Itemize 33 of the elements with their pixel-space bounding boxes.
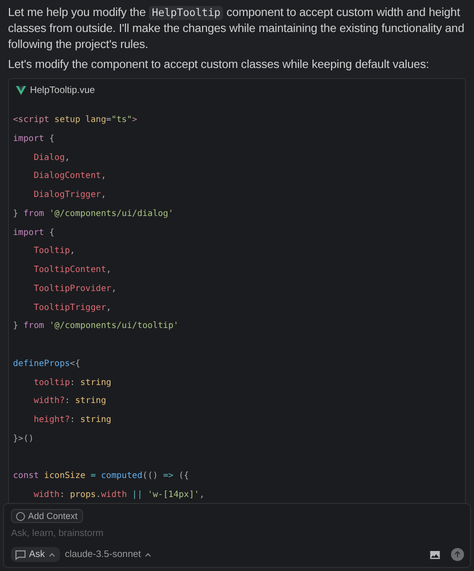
caret-icon	[145, 552, 151, 558]
code-line: tooltip: string	[32, 376, 112, 390]
message-paragraph: Let me help you modify the HelpTooltip component to accept custom width and height classes from outside. I'll make the changes while maintaining the existing functionality and following the project's rules.	[8, 5, 466, 53]
code-line: TooltipContent,	[32, 264, 112, 277]
file-name: HelpTooltip.vue	[30, 84, 95, 96]
code-line: width: props.width || 'w-[14px]',	[32, 489, 205, 502]
arrow-up-icon	[454, 551, 461, 558]
add-context-button[interactable]: Add Context	[11, 509, 83, 523]
code-line: } from '@/components/ui/dialog'	[13, 208, 174, 221]
file-type-icon	[16, 86, 26, 94]
code-line: DialogContent,	[32, 170, 106, 184]
image-icon[interactable]	[430, 550, 440, 558]
send-button[interactable]	[451, 548, 464, 561]
model-dropdown[interactable]: claude-3.5-sonnet	[64, 547, 152, 562]
code-line: Dialog,	[32, 152, 70, 164]
code-line: TooltipTrigger,	[32, 302, 112, 314]
caret-icon	[49, 552, 55, 558]
code-line: DialogTrigger,	[32, 189, 106, 202]
code-line: import {	[13, 226, 54, 240]
code-line: width?: string	[32, 395, 106, 408]
mode-dropdown[interactable]: Ask	[11, 547, 60, 562]
code-line: } from '@/components/ui/tooltip'	[13, 320, 179, 334]
code-line: Tooltip,	[32, 245, 76, 258]
code-line: import {	[13, 132, 54, 146]
code-line: TooltipProvider,	[32, 282, 116, 296]
prompt-input[interactable]: Ask, learn, brainstorm	[11, 528, 211, 539]
code-line: height?: string	[32, 414, 112, 427]
message-paragraph: Let's modify the component to accept custom classes while keeping default values:	[8, 57, 430, 73]
code-line: }>()	[13, 432, 34, 446]
chat-icon	[15, 550, 26, 560]
code-line: const iconSize = computed(() => ({	[13, 470, 189, 484]
code-line: <script setup lang="ts">	[13, 114, 138, 127]
code-line: defineProps<{	[13, 358, 80, 371]
